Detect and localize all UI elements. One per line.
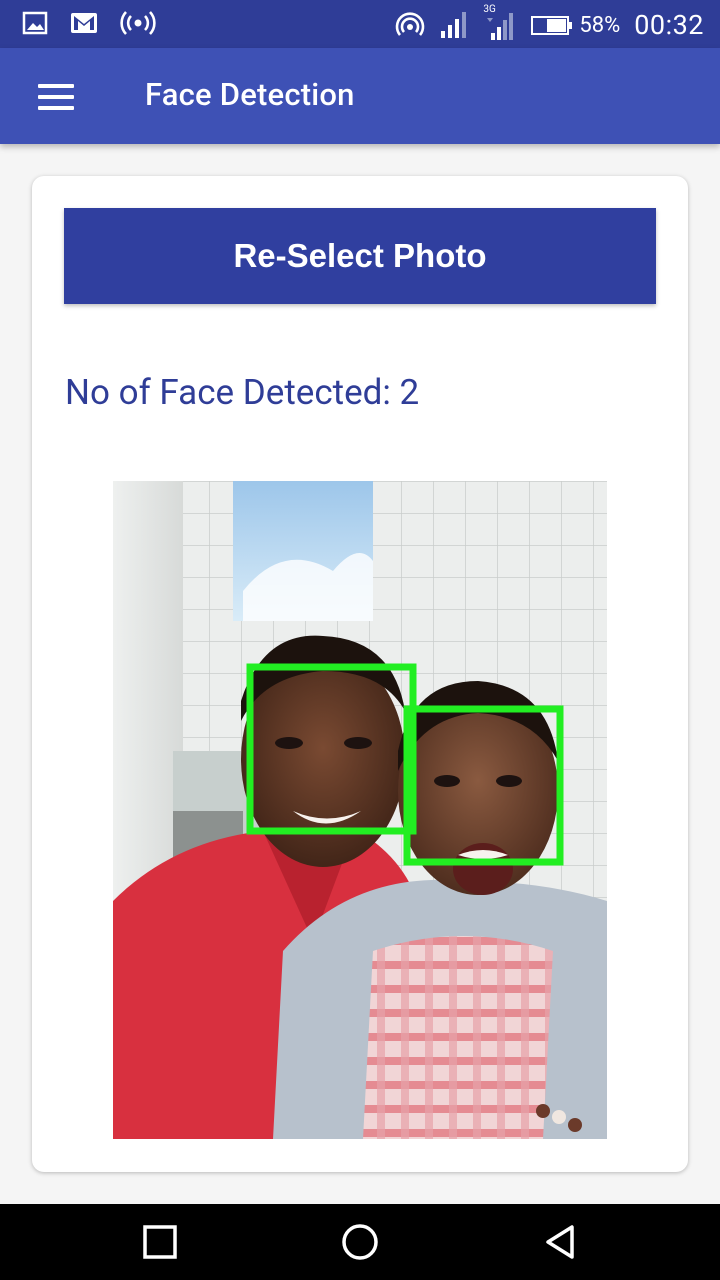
wifi-icon	[396, 12, 425, 36]
battery-icon	[531, 16, 573, 35]
back-triangle-icon[interactable]	[540, 1222, 580, 1262]
hamburger-menu-icon[interactable]	[30, 76, 82, 116]
home-circle-icon[interactable]	[340, 1222, 380, 1262]
selected-photo	[113, 481, 607, 1139]
gmail-icon	[71, 13, 97, 33]
hotspot-icon	[120, 11, 156, 35]
image-icon	[22, 11, 48, 35]
reselect-photo-button[interactable]: Re-Select Photo	[64, 208, 656, 304]
app-bar: Face Detection	[0, 48, 720, 144]
page-title: Face Detection	[145, 76, 355, 113]
system-nav-bar	[0, 1204, 720, 1280]
recents-square-icon[interactable]	[140, 1222, 180, 1262]
signal-icon	[441, 12, 467, 38]
battery-percent: 58%	[579, 12, 621, 38]
content-card: Re-Select Photo No of Face Detected: 2	[32, 176, 688, 1172]
face-count-label: No of Face Detected: 2	[65, 372, 420, 413]
signal-3g-icon: 3G	[483, 4, 517, 42]
clock: 00:32	[634, 9, 704, 41]
status-bar: 3G 58% 00:32	[0, 0, 720, 48]
